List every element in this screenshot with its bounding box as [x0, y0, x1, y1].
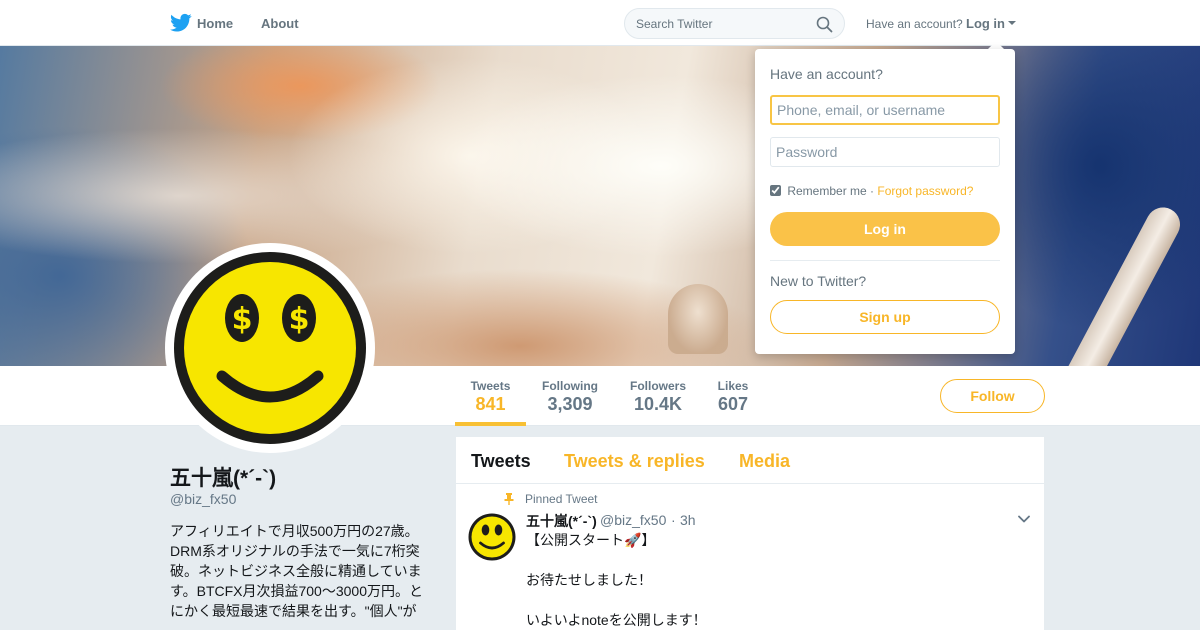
search-box — [624, 8, 845, 39]
dropdown-arrow — [988, 41, 1004, 49]
signup-button[interactable]: Sign up — [770, 300, 1000, 334]
tab-tweets-and-replies[interactable]: Tweets & replies — [564, 451, 705, 472]
stat-value: 607 — [717, 394, 749, 414]
chevron-down-icon[interactable] — [1018, 515, 1030, 523]
tweet-author-name[interactable]: 五十嵐(*´-`) — [526, 511, 597, 531]
tweet-separator: · — [671, 512, 676, 528]
login-dropdown: Have an account? Remember me · Forgot pa… — [755, 49, 1015, 354]
follow-button[interactable]: Follow — [940, 379, 1045, 413]
timeline-tabs: Tweets Tweets & replies Media — [456, 437, 1044, 484]
login-button[interactable]: Log in — [770, 212, 1000, 246]
stat-likes[interactable]: Likes 607 — [710, 366, 756, 426]
profile-name: 五十嵐(*´-`) — [170, 467, 277, 490]
twitter-bird-icon[interactable] — [170, 13, 192, 33]
profile-bio: アフィリエイトで月収500万円の27歳。DRM系オリジナルの手法で一気に7桁突破… — [170, 523, 423, 619]
divider — [770, 260, 1000, 261]
username-field[interactable] — [770, 95, 1000, 125]
banner-cloud-streak — [1048, 201, 1186, 366]
password-field[interactable] — [770, 137, 1000, 167]
caret-down-icon[interactable] — [1008, 21, 1016, 25]
tweet-text-line: いよいよnoteを公開します！ — [526, 612, 707, 628]
stat-followers[interactable]: Followers 10.4K — [624, 366, 692, 426]
tab-media[interactable]: Media — [739, 451, 790, 472]
svg-text:$: $ — [289, 302, 310, 337]
nav-about-link[interactable]: About — [261, 16, 299, 31]
tweet-text-line: 【公開スタート🚀】 — [526, 532, 656, 548]
remember-me-label[interactable]: Remember me — [787, 184, 866, 198]
tweet-timestamp[interactable]: 3h — [680, 512, 696, 528]
profile-handle[interactable]: @biz_fx50 — [170, 491, 236, 507]
tab-tweets[interactable]: Tweets — [471, 451, 531, 472]
separator-dot: · — [870, 184, 875, 198]
have-account-text: Have an account? — [866, 17, 963, 31]
stat-tweets[interactable]: Tweets 841 — [455, 366, 526, 426]
stat-label: Following — [542, 379, 598, 393]
search-icon[interactable] — [816, 16, 833, 33]
timeline: Tweets Tweets & replies Media Pinned Twe… — [456, 437, 1044, 630]
forgot-password-link[interactable]: Forgot password? — [877, 184, 973, 198]
stat-label: Followers — [629, 379, 686, 393]
search-input[interactable] — [636, 15, 811, 33]
tweet-author-handle[interactable]: @biz_fx50 — [600, 512, 666, 528]
top-navigation-bar: Home About Have an account? Log in — [0, 0, 1200, 46]
stat-value: 10.4K — [633, 394, 683, 414]
pinned-tweet-label: Pinned Tweet — [525, 492, 598, 506]
new-to-twitter-text: New to Twitter? — [770, 273, 867, 289]
pin-icon — [504, 493, 514, 505]
avatar[interactable]: $ $ — [165, 243, 375, 453]
tweet-avatar[interactable] — [468, 513, 516, 561]
login-dropdown-heading: Have an account? — [770, 66, 883, 82]
smiley-money-eyes-icon: $ $ — [174, 252, 366, 444]
login-menu-link[interactable]: Log in — [966, 16, 1005, 31]
stat-label: Likes — [717, 379, 749, 393]
nav-home-link[interactable]: Home — [197, 16, 233, 31]
remember-me-checkbox[interactable] — [770, 185, 781, 196]
banner-figure — [668, 284, 728, 354]
stat-label: Tweets — [470, 379, 511, 393]
stat-value: 841 — [475, 394, 506, 414]
tweet-text-line: お待たせしました！ — [526, 572, 652, 588]
remember-me-row: Remember me · Forgot password? — [770, 184, 973, 198]
stat-value: 3,309 — [547, 394, 593, 414]
svg-text:$: $ — [232, 302, 253, 337]
stat-following[interactable]: Following 3,309 — [536, 366, 604, 426]
